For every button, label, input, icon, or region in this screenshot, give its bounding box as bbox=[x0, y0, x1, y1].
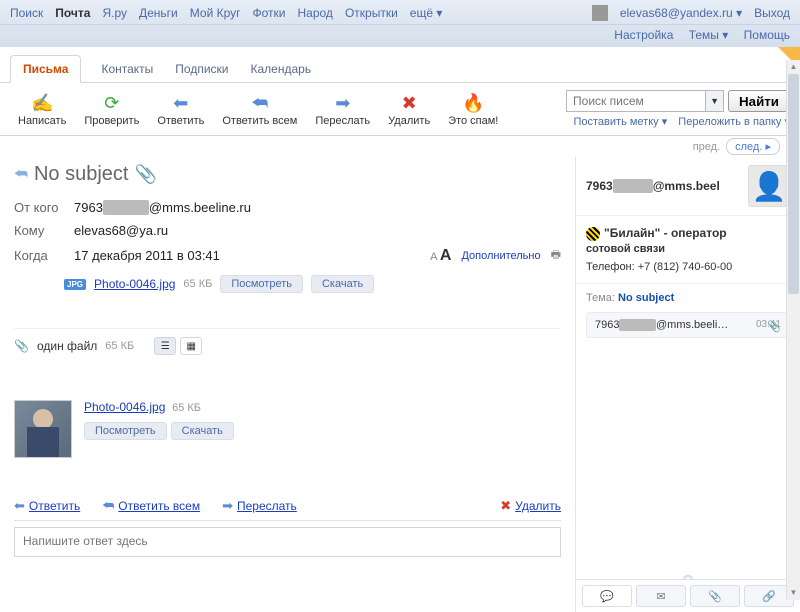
company-phone: Телефон: +7 (812) 740-60-00 bbox=[586, 261, 790, 273]
user-avatar bbox=[592, 5, 608, 21]
forward-button[interactable]: ➡Переслать bbox=[307, 89, 378, 129]
attachment-link[interactable]: Photo-0046.jpg bbox=[94, 277, 175, 291]
reply-indicator-icon: ⮪ bbox=[14, 166, 28, 183]
set-label-link[interactable]: Поставить метку ▾ bbox=[573, 116, 667, 128]
thread-theme-label: Тема: bbox=[586, 292, 615, 304]
nav-more[interactable]: ещё ▾ bbox=[410, 6, 443, 20]
nav-yaru[interactable]: Я.ру bbox=[102, 6, 127, 20]
thread-clip-icon: 📎 bbox=[767, 320, 781, 333]
view-button[interactable]: Посмотреть bbox=[84, 422, 167, 440]
attachment-name-link[interactable]: Photo-0046.jpg bbox=[84, 400, 165, 414]
company-name: "Билайн" - оператор bbox=[604, 226, 727, 240]
attachment-thumbnail[interactable] bbox=[14, 400, 72, 458]
help-link[interactable]: Помощь bbox=[744, 28, 790, 42]
side-attach-button[interactable]: 📎 bbox=[690, 585, 740, 607]
download-attachment-button[interactable]: Скачать bbox=[311, 275, 374, 293]
scroll-down-icon[interactable]: ▼ bbox=[787, 586, 800, 600]
scrollbar-thumb[interactable] bbox=[788, 74, 799, 294]
download-button[interactable]: Скачать bbox=[171, 422, 234, 440]
attachment-icon: 📎 bbox=[134, 164, 156, 185]
action-reply[interactable]: ⬅Ответить bbox=[14, 498, 80, 514]
action-delete[interactable]: ✖Удалить bbox=[500, 498, 561, 514]
nav-search[interactable]: Поиск bbox=[10, 6, 43, 20]
more-link[interactable]: Дополнительно bbox=[461, 250, 540, 262]
view-grid-button[interactable]: ▦ bbox=[180, 337, 202, 355]
pager-prev: пред. bbox=[693, 141, 720, 153]
from-label: От кого bbox=[14, 200, 64, 215]
scrollbar[interactable]: ▲ ▼ bbox=[786, 60, 800, 600]
date-value: 17 декабря 2011 в 03:41 bbox=[74, 248, 220, 263]
action-reply-all[interactable]: ⮪Ответить всем bbox=[102, 498, 200, 514]
thread-item[interactable]: 7963xxx@mms.beelin... 03:41 📎 bbox=[586, 312, 790, 338]
date-label: Когда bbox=[14, 248, 64, 263]
files-total-size: 65 КБ bbox=[105, 340, 134, 352]
user-email-link[interactable]: elevas68@yandex.ru ▾ bbox=[620, 6, 742, 20]
side-mail-button[interactable]: ✉ bbox=[636, 585, 686, 607]
move-folder-link[interactable]: Переложить в папку ▾ bbox=[678, 116, 790, 128]
print-icon[interactable]: 🖶 bbox=[551, 246, 561, 265]
search-button[interactable]: Найти bbox=[728, 90, 790, 112]
message-subject: No subject bbox=[34, 163, 129, 186]
exit-link[interactable]: Выход bbox=[754, 6, 790, 20]
view-attachment-button[interactable]: Посмотреть bbox=[220, 275, 303, 293]
reply-textarea[interactable] bbox=[14, 527, 561, 557]
compose-button[interactable]: ✍Написать bbox=[10, 89, 74, 129]
check-button[interactable]: ⟳Проверить bbox=[76, 89, 147, 129]
font-size-toggle[interactable]: A A bbox=[430, 247, 451, 265]
themes-link[interactable]: Темы ▾ bbox=[689, 28, 729, 42]
pager-next[interactable]: след. ▸ bbox=[726, 138, 780, 155]
settings-link[interactable]: Настройка bbox=[614, 28, 673, 42]
view-list-button[interactable]: ☰ bbox=[154, 337, 176, 355]
action-forward[interactable]: ➡Переслать bbox=[222, 498, 297, 514]
to-label: Кому bbox=[14, 223, 64, 238]
nav-photos[interactable]: Фотки bbox=[253, 6, 286, 20]
files-count-label: один файл bbox=[37, 339, 97, 353]
reply-button[interactable]: ⬅Ответить bbox=[149, 89, 212, 129]
search-dropdown[interactable]: ▼ bbox=[706, 90, 724, 112]
scroll-up-icon[interactable]: ▲ bbox=[787, 60, 800, 74]
tab-subscriptions[interactable]: Подписки bbox=[173, 56, 230, 82]
tab-mail[interactable]: Письма bbox=[10, 55, 81, 83]
nav-narod[interactable]: Народ bbox=[298, 6, 333, 20]
nav-money[interactable]: Деньги bbox=[139, 6, 178, 20]
side-chat-button[interactable]: 💬 bbox=[582, 585, 632, 607]
attachment-size: 65 КБ bbox=[183, 278, 212, 290]
company-sub: сотовой связи bbox=[586, 243, 790, 255]
from-value: 7963xxxx@mms.beeline.ru bbox=[74, 200, 251, 215]
contact-avatar: 👤 bbox=[748, 165, 790, 207]
chevron-up-icon[interactable]: ︽ bbox=[683, 566, 693, 581]
delete-button[interactable]: ✖Удалить bbox=[380, 89, 438, 129]
spam-button[interactable]: 🔥Это спам! bbox=[440, 89, 506, 129]
to-value: elevas68@ya.ru bbox=[74, 223, 168, 238]
thread-from: 7963xxx@mms.beelin... bbox=[595, 319, 730, 331]
contact-email: 7963xxx@mms.beel bbox=[586, 179, 720, 193]
thread-subject[interactable]: No subject bbox=[618, 292, 674, 304]
nav-circle[interactable]: Мой Круг bbox=[190, 6, 241, 20]
tab-contacts[interactable]: Контакты bbox=[99, 56, 155, 82]
nav-mail[interactable]: Почта bbox=[55, 6, 90, 20]
nav-cards[interactable]: Открытки bbox=[345, 6, 398, 20]
search-input[interactable] bbox=[566, 90, 706, 112]
reply-all-button[interactable]: ⮪Ответить всем bbox=[214, 89, 305, 129]
beeline-icon bbox=[586, 227, 600, 241]
tab-calendar[interactable]: Календарь bbox=[249, 56, 314, 82]
attachment-item-size: 65 КБ bbox=[172, 402, 201, 414]
clip-icon: 📎 bbox=[14, 339, 29, 353]
jpg-badge-icon: JPG bbox=[64, 279, 86, 290]
